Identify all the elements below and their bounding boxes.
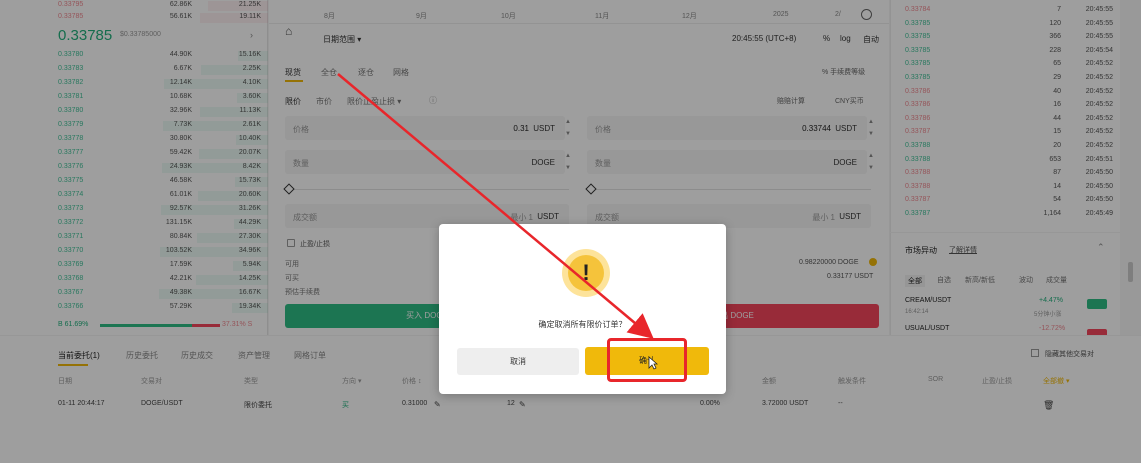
cursor-icon <box>648 356 658 370</box>
annotation-arrow <box>337 73 654 339</box>
arrow-line <box>337 73 654 339</box>
